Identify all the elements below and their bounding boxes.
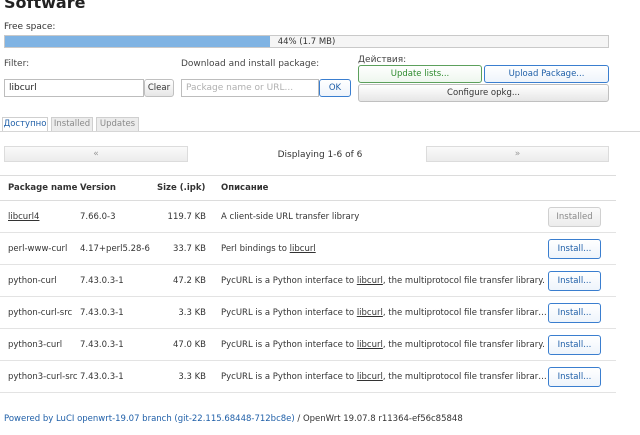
- package-size: 33.7 KB: [157, 232, 221, 265]
- package-name: python-curl: [0, 264, 80, 297]
- package-name: python-curl-src: [0, 296, 80, 329]
- package-description: PycURL is a Python interface to libcurl,…: [221, 360, 548, 393]
- package-size: 119.7 KB: [157, 200, 221, 233]
- package-description: PycURL is a Python interface to libcurl,…: [221, 264, 548, 297]
- install-button[interactable]: Install...: [548, 366, 601, 387]
- table-row: python3-curl 7.43.0.3-1 47.0 KB PycURL is a…: [0, 328, 616, 361]
- desc-link[interactable]: libcurl: [357, 372, 383, 382]
- tab-available[interactable]: Доступно: [2, 117, 48, 132]
- tab-installed[interactable]: Installed: [51, 117, 93, 131]
- package-version: 4.17+perl5.28-6: [80, 232, 157, 265]
- header-version: Version: [80, 175, 157, 201]
- install-button[interactable]: Install...: [548, 334, 601, 355]
- table-row: python-curl 7.43.0.3-1 47.2 KB PycURL is a …: [0, 264, 616, 297]
- footer-version: / OpenWrt 19.07.8 r11364-ef56c85848: [294, 414, 463, 424]
- package-version: 7.43.0.3-1: [80, 360, 157, 393]
- filter-input[interactable]: [4, 79, 144, 97]
- package-name: perl-www-curl: [0, 232, 80, 265]
- package-url-input[interactable]: [181, 79, 319, 97]
- desc-link[interactable]: libcurl: [357, 276, 383, 286]
- header-description: Описание: [221, 175, 548, 201]
- desc-link[interactable]: libcurl: [290, 244, 316, 254]
- package-size: 3.3 KB: [157, 296, 221, 329]
- package-version: 7.43.0.3-1: [80, 264, 157, 297]
- footer: Powered by LuCI openwrt-19.07 branch (gi…: [4, 414, 463, 424]
- header-size: Size (.ipk): [157, 175, 221, 201]
- configure-opkg-button[interactable]: Configure opkg...: [358, 84, 609, 102]
- install-button[interactable]: Install...: [548, 302, 601, 323]
- package-description: Perl bindings to libcurl: [221, 232, 548, 265]
- page-title: Software: [4, 0, 86, 12]
- package-name: python3-curl-src: [0, 360, 80, 393]
- package-name: python3-curl: [0, 328, 80, 361]
- desc-link[interactable]: libcurl: [357, 340, 383, 350]
- installed-button: Installed: [548, 206, 601, 227]
- table-row: libcurl4 7.66.0-3 119.7 KB A client-side UR…: [0, 200, 616, 233]
- desc-link[interactable]: libcurl: [357, 308, 383, 318]
- package-size: 47.2 KB: [157, 264, 221, 297]
- package-version: 7.43.0.3-1: [80, 328, 157, 361]
- filter-label: Filter:: [4, 59, 30, 69]
- footer-link[interactable]: Powered by LuCI openwrt-19.07 branch (gi…: [4, 414, 295, 424]
- package-description: PycURL is a Python interface to libcurl,…: [221, 296, 548, 329]
- table-row: python-curl-src 7.43.0.3-1 3.3 KB PycURL is…: [0, 296, 616, 329]
- ok-button[interactable]: OK: [319, 79, 351, 97]
- table-row: python3-curl-src 7.43.0.3-1 3.3 KB PycURL i…: [0, 360, 616, 393]
- header-action: [548, 175, 616, 201]
- package-name[interactable]: libcurl4: [0, 200, 80, 233]
- update-lists-button[interactable]: Update lists...: [358, 65, 482, 83]
- package-table: Package name Version Size (.ipk) Описани…: [0, 175, 616, 393]
- tab-divider: [0, 131, 640, 132]
- download-label: Download and install package:: [181, 59, 320, 69]
- progress-text: 44% (1.7 MB): [277, 37, 336, 47]
- clear-button[interactable]: Clear: [144, 79, 174, 97]
- actions-label: Действия:: [358, 55, 407, 65]
- package-version: 7.66.0-3: [80, 200, 157, 233]
- table-header-row: Package name Version Size (.ipk) Описани…: [0, 175, 616, 201]
- install-button[interactable]: Install...: [548, 238, 601, 259]
- install-button[interactable]: Install...: [548, 270, 601, 291]
- table-row: perl-www-curl 4.17+perl5.28-6 33.7 KB Perl …: [0, 232, 616, 265]
- package-version: 7.43.0.3-1: [80, 296, 157, 329]
- header-package-name: Package name: [0, 175, 80, 201]
- free-space-label: Free space:: [4, 22, 56, 32]
- next-page-button[interactable]: »: [426, 146, 609, 162]
- upload-package-button[interactable]: Upload Package...: [484, 65, 609, 83]
- package-size: 47.0 KB: [157, 328, 221, 361]
- package-size: 3.3 KB: [157, 360, 221, 393]
- tab-updates[interactable]: Updates: [96, 117, 139, 131]
- package-description: A client-side URL transfer library: [221, 200, 548, 233]
- package-description: PycURL is a Python interface to libcurl,…: [221, 328, 548, 361]
- free-space-progress: 44% (1.7 MB): [4, 35, 609, 48]
